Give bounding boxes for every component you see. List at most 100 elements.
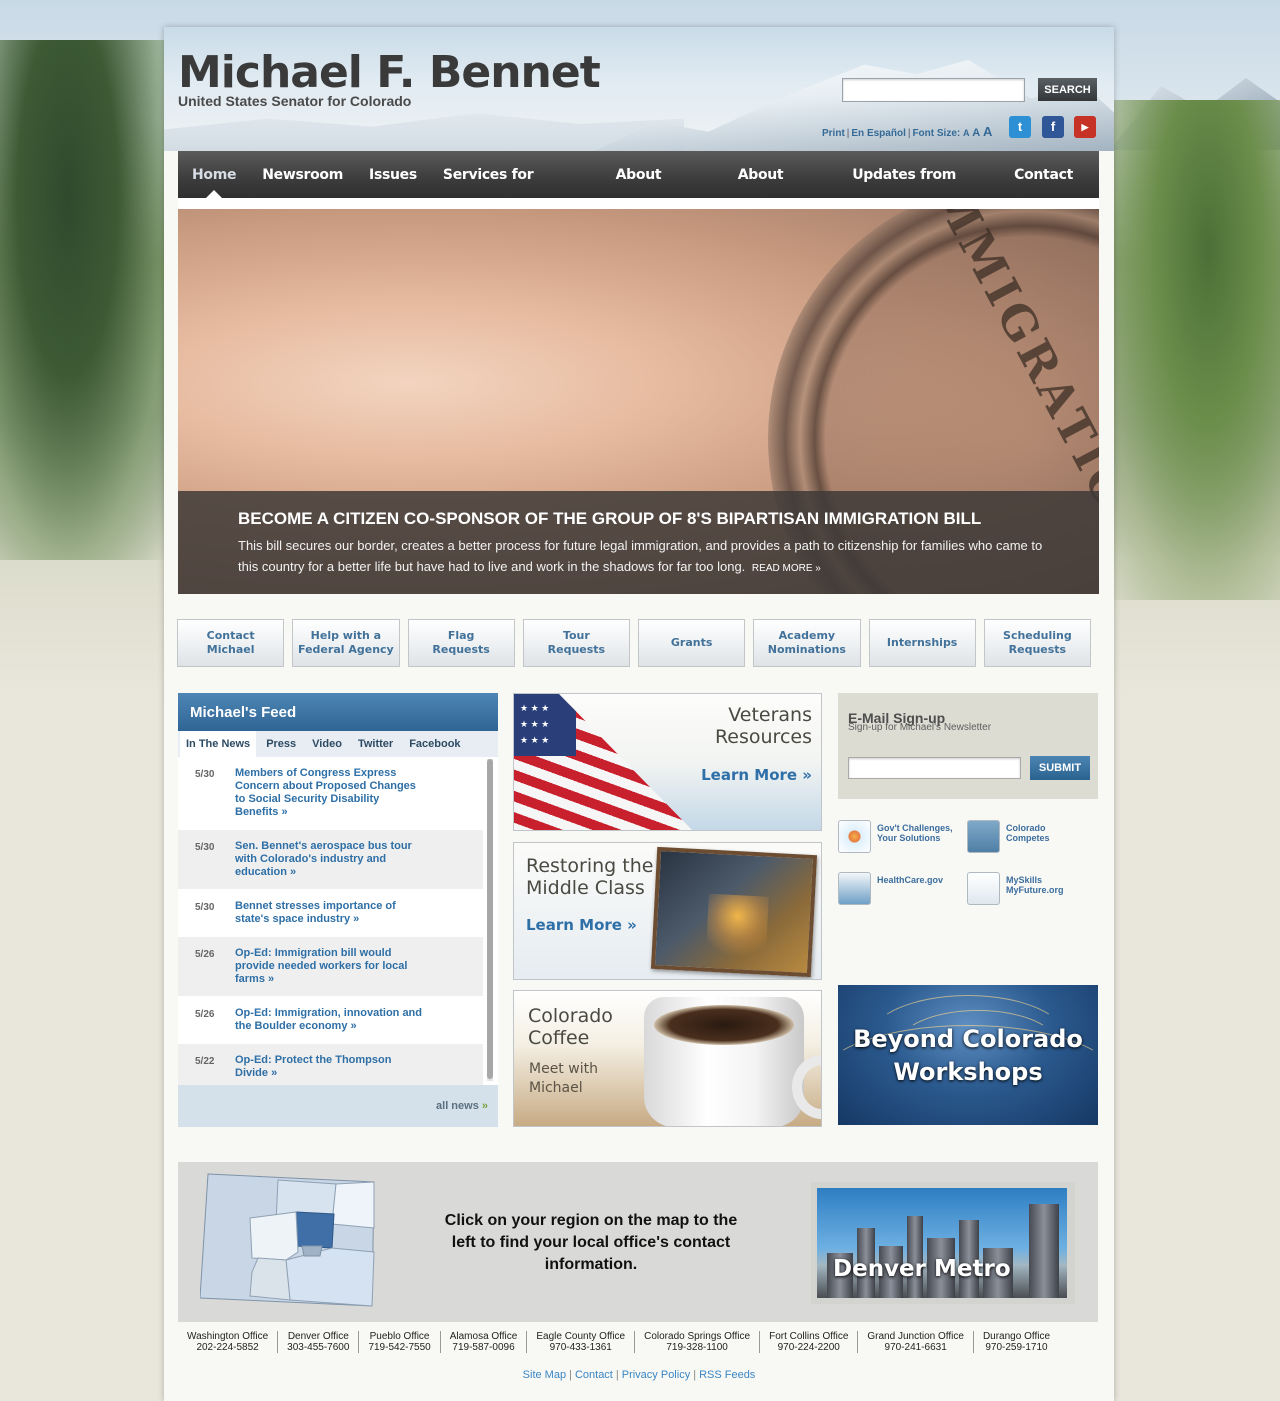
nav-item-issues[interactable]: Issues — [369, 151, 417, 198]
region-northeast[interactable] — [331, 1181, 375, 1229]
myskills-icon — [967, 872, 1000, 905]
footer-link-sitemap[interactable]: Site Map — [523, 1369, 566, 1381]
colorado-region-map[interactable] — [200, 1172, 376, 1308]
search-input[interactable] — [842, 78, 1025, 102]
item-link[interactable]: Op-Ed: Immigration, innovation and the B… — [235, 1007, 425, 1033]
item-link[interactable]: Op-Ed: Protect the Thompson Divide » — [235, 1054, 425, 1080]
title-line: Restoring the — [526, 855, 654, 877]
item-link[interactable]: Op-Ed: Immigration bill would provide ne… — [235, 947, 425, 986]
quick-link-label: Scheduling Requests — [1003, 629, 1072, 657]
list-item: 5/26 Op-Ed: Immigration, innovation and t… — [178, 997, 483, 1044]
external-link-healthcare[interactable]: HealthCare.gov — [838, 872, 943, 905]
twitter-icon[interactable]: t — [1009, 116, 1031, 138]
nav-underline — [178, 198, 1099, 209]
label-line: Contact — [206, 629, 255, 642]
item-link[interactable]: Sen. Bennet's aerospace bus tour with Co… — [235, 840, 425, 879]
email-signup: E-Mail Sign-up Sign-up for Michael's New… — [838, 693, 1098, 799]
title-line: Beyond Colorado — [853, 1025, 1083, 1053]
region-card[interactable]: Denver Metro — [811, 1182, 1075, 1304]
email-field[interactable] — [848, 757, 1021, 779]
quick-link-internships[interactable]: Internships — [868, 619, 976, 667]
arrow-icon: » — [481, 1100, 488, 1112]
feed-scrollbar[interactable] — [487, 759, 493, 1081]
title-line: Coffee — [528, 1027, 590, 1049]
footer-link-privacy[interactable]: Privacy Policy — [622, 1369, 690, 1381]
quick-link-federal-agency[interactable]: Help with a Federal Agency — [292, 619, 400, 667]
quick-link-label: Academy Nominations — [768, 629, 846, 657]
label-line: Competes — [1006, 833, 1050, 843]
label-line: Requests — [432, 643, 490, 656]
region-denver-metro[interactable] — [295, 1211, 335, 1249]
quick-link-label: Contact Michael — [207, 629, 255, 657]
quick-link-label: Help with a Federal Agency — [298, 629, 394, 657]
office-locator: Click on your region on the map to the l… — [178, 1162, 1098, 1322]
nav-item-newsroom[interactable]: Newsroom — [262, 151, 343, 198]
separator: | — [569, 1369, 572, 1381]
region-springs[interactable] — [301, 1245, 323, 1257]
office-phone: 719-587-0096 — [452, 1342, 515, 1353]
quick-link-scheduling[interactable]: Scheduling Requests — [983, 619, 1091, 667]
title-line: Resources — [714, 726, 812, 748]
search-button[interactable]: SEARCH — [1038, 78, 1097, 101]
veterans-promo[interactable]: VeteransResources Learn More » — [513, 693, 822, 831]
item-link[interactable]: Bennet stresses importance of state's sp… — [235, 900, 425, 926]
hero-banner[interactable]: IMMIGRATION BECOME A CITIZEN CO-SPONSOR … — [178, 209, 1099, 594]
submit-button[interactable]: SUBMIT — [1030, 756, 1090, 780]
footer-link-contact[interactable]: Contact — [575, 1369, 613, 1381]
external-link-challenges[interactable]: Gov't Challenges, Your Solutions — [838, 820, 953, 853]
separator: | — [693, 1369, 697, 1381]
region-southern[interactable] — [249, 1257, 291, 1301]
flag-canton — [514, 694, 576, 756]
label-line: Michael — [206, 643, 255, 656]
all-news-link[interactable]: all news — [436, 1100, 479, 1112]
label-line: Tour — [562, 629, 590, 642]
hero-title[interactable]: BECOME A CITIZEN CO-SPONSOR OF THE GROUP… — [238, 509, 981, 529]
external-link-colorado-competes[interactable]: Colorado Competes — [967, 820, 1050, 853]
colorado-coffee-promo[interactable]: Colorado Coffee Meet with Michael — [513, 990, 822, 1127]
quick-link-academy[interactable]: Academy Nominations — [753, 619, 861, 667]
youtube-icon[interactable]: ▶ — [1074, 116, 1096, 138]
office-phone: 970-241-6631 — [884, 1342, 947, 1353]
font-size-large[interactable]: A — [983, 124, 992, 139]
item-date: 5/30 — [195, 902, 215, 913]
office-name: Washington Office — [187, 1331, 269, 1342]
quick-link-flag[interactable]: Flag Requests — [407, 619, 515, 667]
external-link-myskills[interactable]: MySkills MyFuture.org — [967, 872, 1064, 905]
nav-item-contact[interactable]: Contact — [1014, 151, 1073, 198]
nav-item-services[interactable]: Services for Coloradans — [443, 151, 590, 231]
office-phone: 970-224-2200 — [777, 1342, 840, 1353]
site-title[interactable]: Michael F. Bennet — [178, 47, 601, 98]
tab-press[interactable]: Press — [260, 731, 302, 757]
learn-more-link[interactable]: Learn More » — [526, 916, 637, 934]
middle-class-promo[interactable]: Restoring the Middle Class Learn More » — [513, 842, 822, 980]
region-southeast[interactable] — [285, 1247, 375, 1307]
separator: | — [907, 128, 911, 139]
font-size-small[interactable]: A — [963, 128, 970, 138]
print-link[interactable]: Print — [822, 128, 845, 139]
office-name: Pueblo Office — [369, 1331, 430, 1342]
office-phone: 303-455-7600 — [287, 1342, 350, 1353]
external-link-label: Colorado Competes — [1006, 820, 1050, 843]
quick-link-grants[interactable]: Grants — [638, 619, 746, 667]
nav-item-updates[interactable]: Updates from Michael — [852, 151, 988, 231]
nav-item-home[interactable]: Home — [192, 151, 237, 198]
learn-more-link[interactable]: Learn More » — [701, 766, 812, 784]
quick-link-tour[interactable]: Tour Requests — [522, 619, 630, 667]
tab-video[interactable]: Video — [306, 731, 348, 757]
tab-facebook[interactable]: Facebook — [403, 731, 466, 757]
nav-item-about-colorado[interactable]: About Colorado — [616, 151, 712, 231]
facebook-icon[interactable]: f — [1042, 116, 1064, 138]
quick-link-contact[interactable]: Contact Michael — [177, 619, 285, 667]
region-central[interactable] — [249, 1211, 299, 1261]
font-size-medium[interactable]: A — [972, 127, 980, 139]
nav-item-about-michael[interactable]: About Michael — [738, 151, 827, 231]
tab-in-the-news[interactable]: In The News — [180, 731, 257, 757]
scrollbar-thumb[interactable] — [487, 759, 493, 1079]
tab-twitter[interactable]: Twitter — [352, 731, 399, 757]
item-link[interactable]: Members of Congress Express Concern abou… — [235, 767, 425, 819]
beyond-colorado-promo[interactable]: Beyond Colorado Workshops — [838, 985, 1098, 1125]
label-line: Requests — [1008, 643, 1067, 656]
espanol-link[interactable]: En Español — [851, 128, 905, 139]
read-more-link[interactable]: READ MORE » — [752, 563, 821, 574]
footer-link-rss[interactable]: RSS Feeds — [699, 1369, 755, 1381]
